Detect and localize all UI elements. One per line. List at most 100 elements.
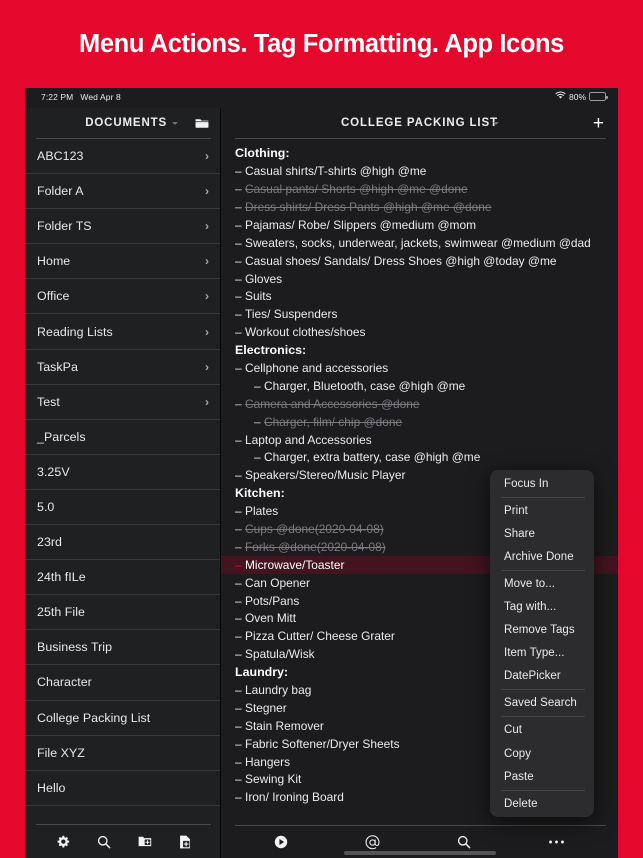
- sidebar-item[interactable]: Business Trip: [25, 630, 220, 666]
- sidebar-item[interactable]: 23rd: [25, 525, 220, 561]
- context-menu-item[interactable]: Copy: [490, 742, 594, 765]
- search-icon[interactable]: [97, 835, 111, 849]
- bullet-dash: –: [235, 253, 242, 268]
- sidebar-item[interactable]: 25th File: [25, 595, 220, 631]
- add-item-button[interactable]: +: [593, 114, 604, 133]
- sidebar-item[interactable]: 3.25V: [25, 455, 220, 490]
- outline-row[interactable]: Clothing:: [235, 145, 610, 163]
- bullet-dash: –: [235, 575, 242, 590]
- context-menu-item[interactable]: Paste: [490, 765, 594, 788]
- sidebar-item[interactable]: Reading Lists ›: [25, 314, 220, 350]
- battery-percent-label: 80%: [568, 91, 586, 102]
- gear-icon[interactable]: [56, 835, 70, 849]
- bullet-dash: –: [235, 539, 242, 554]
- bullet-dash: –: [235, 235, 242, 250]
- context-menu-item[interactable]: Archive Done: [490, 545, 594, 568]
- bullet-dash: –: [235, 647, 242, 662]
- context-menu-separator: [501, 789, 585, 791]
- page-title[interactable]: COLLEGE PACKING LIST: [221, 117, 618, 129]
- outline-row[interactable]: – Casual pants/ Shorts @high @me @done: [235, 181, 610, 199]
- sidebar-item[interactable]: College Packing List: [25, 701, 220, 736]
- play-icon[interactable]: [274, 835, 288, 849]
- chevron-right-icon[interactable]: ›: [205, 150, 209, 162]
- outline-row[interactable]: – Charger, Bluetooth, case @high @me: [235, 378, 610, 396]
- new-folder-icon[interactable]: [138, 835, 152, 848]
- new-document-icon[interactable]: [179, 835, 191, 849]
- chevron-down-icon[interactable]: [172, 121, 178, 125]
- chevron-down-icon[interactable]: [492, 122, 499, 125]
- more-ellipsis-icon[interactable]: [548, 839, 565, 845]
- bullet-dash: –: [235, 522, 242, 536]
- context-menu-item[interactable]: Saved Search: [490, 692, 594, 715]
- context-menu-item[interactable]: Tag with...: [490, 595, 594, 618]
- sidebar-title[interactable]: DOCUMENTS: [85, 117, 167, 129]
- outline-row[interactable]: – Gloves: [235, 270, 610, 288]
- sidebar-item[interactable]: Hello: [25, 771, 220, 806]
- sidebar-item[interactable]: ABC123 ›: [25, 139, 220, 175]
- sidebar-item[interactable]: 24th fILe: [25, 560, 220, 596]
- sidebar-item[interactable]: _Parcels: [25, 420, 220, 455]
- outline-row[interactable]: – Dress shirts/ Dress Pants @high @me @do…: [235, 199, 610, 217]
- status-bar-left: 7:22 PM Wed Apr 8: [41, 92, 121, 102]
- context-menu[interactable]: Focus In Print Share Archive Done Move to...…: [490, 470, 594, 818]
- sidebar-item[interactable]: Home ›: [25, 244, 220, 280]
- context-menu-item[interactable]: Delete: [490, 792, 594, 815]
- chevron-right-icon[interactable]: ›: [205, 326, 209, 338]
- outline-row[interactable]: – Sweaters, socks, underwear, jackets, sw…: [235, 234, 610, 252]
- sidebar-item[interactable]: TaskPa ›: [25, 350, 220, 385]
- bullet-dash: –: [235, 271, 242, 286]
- context-menu-item[interactable]: Remove Tags: [490, 619, 594, 642]
- sidebar-item[interactable]: Character: [25, 665, 220, 701]
- context-menu-item[interactable]: Focus In: [490, 472, 594, 495]
- chevron-right-icon[interactable]: ›: [205, 220, 209, 232]
- banner-title: Menu Actions. Tag Formatting. App Icons: [79, 29, 564, 58]
- context-menu-item[interactable]: Share: [490, 522, 594, 545]
- context-menu-item[interactable]: DatePicker: [490, 665, 594, 688]
- outline-item-text: Charger, Bluetooth, case @high @me: [264, 378, 466, 393]
- outline-row[interactable]: – Charger, extra battery, case @high @me: [235, 449, 610, 467]
- sidebar-item[interactable]: 5.0: [25, 490, 220, 526]
- outline-item-text: Charger, extra battery, case @high @me: [264, 450, 481, 465]
- context-menu-item[interactable]: Print: [490, 499, 594, 522]
- bullet-dash: –: [254, 450, 261, 465]
- sidebar-item-label: Office: [37, 289, 70, 304]
- sidebar-item[interactable]: Test ›: [25, 385, 220, 420]
- sidebar-item-label: 23rd: [37, 535, 62, 550]
- outline-row[interactable]: – Casual shoes/ Sandals/ Dress Shoes @hig…: [235, 252, 610, 270]
- context-menu-separator: [501, 496, 585, 498]
- sidebar-item-label: Hello: [37, 780, 66, 795]
- outline-row[interactable]: – Casual shirts/T-shirts @high @me: [235, 163, 610, 181]
- sidebar-item[interactable]: File XYZ: [25, 736, 220, 771]
- search-icon[interactable]: [457, 835, 471, 849]
- chevron-right-icon[interactable]: ›: [205, 185, 209, 197]
- at-sign-icon[interactable]: [365, 834, 380, 850]
- outline-row[interactable]: – Laptop and Accessories: [235, 431, 610, 449]
- outline-row[interactable]: – Pajamas/ Robe/ Slippers @medium @mom: [235, 217, 610, 235]
- context-menu-item[interactable]: Cut: [490, 719, 594, 742]
- outline-item-text: Workout clothes/shoes: [245, 325, 366, 340]
- bullet-dash: –: [235, 718, 242, 733]
- bullet-dash: –: [235, 217, 242, 232]
- outline-row[interactable]: – Charger, film/ chip @done: [235, 413, 610, 431]
- sidebar-item[interactable]: Folder A ›: [25, 174, 220, 210]
- outline-row[interactable]: – Suits: [235, 288, 610, 306]
- outline-row[interactable]: – Cellphone and accessories: [235, 360, 610, 378]
- outline-row[interactable]: – Camera and Accessories @done: [235, 395, 610, 413]
- chevron-right-icon[interactable]: ›: [205, 361, 209, 373]
- bullet-dash: –: [235, 164, 242, 179]
- bullet-dash: –: [235, 772, 242, 787]
- outline-item-text: Casual shoes/ Sandals/ Dress Shoes @high…: [245, 253, 557, 268]
- bullet-dash: –: [254, 414, 261, 429]
- context-menu-item[interactable]: Move to...: [490, 572, 594, 595]
- chevron-right-icon[interactable]: ›: [205, 396, 209, 408]
- sidebar-item[interactable]: Folder TS ›: [25, 209, 220, 245]
- context-menu-item[interactable]: Item Type...: [490, 642, 594, 665]
- outline-row[interactable]: Electronics:: [235, 342, 610, 360]
- folder-icon[interactable]: [195, 118, 209, 129]
- chevron-right-icon[interactable]: ›: [205, 290, 209, 302]
- outline-row[interactable]: – Workout clothes/shoes: [235, 324, 610, 342]
- chevron-right-icon[interactable]: ›: [205, 255, 209, 267]
- sidebar-item-label: Home: [37, 254, 71, 269]
- sidebar-item[interactable]: Office ›: [25, 279, 220, 315]
- outline-row[interactable]: – Ties/ Suspenders: [235, 306, 610, 324]
